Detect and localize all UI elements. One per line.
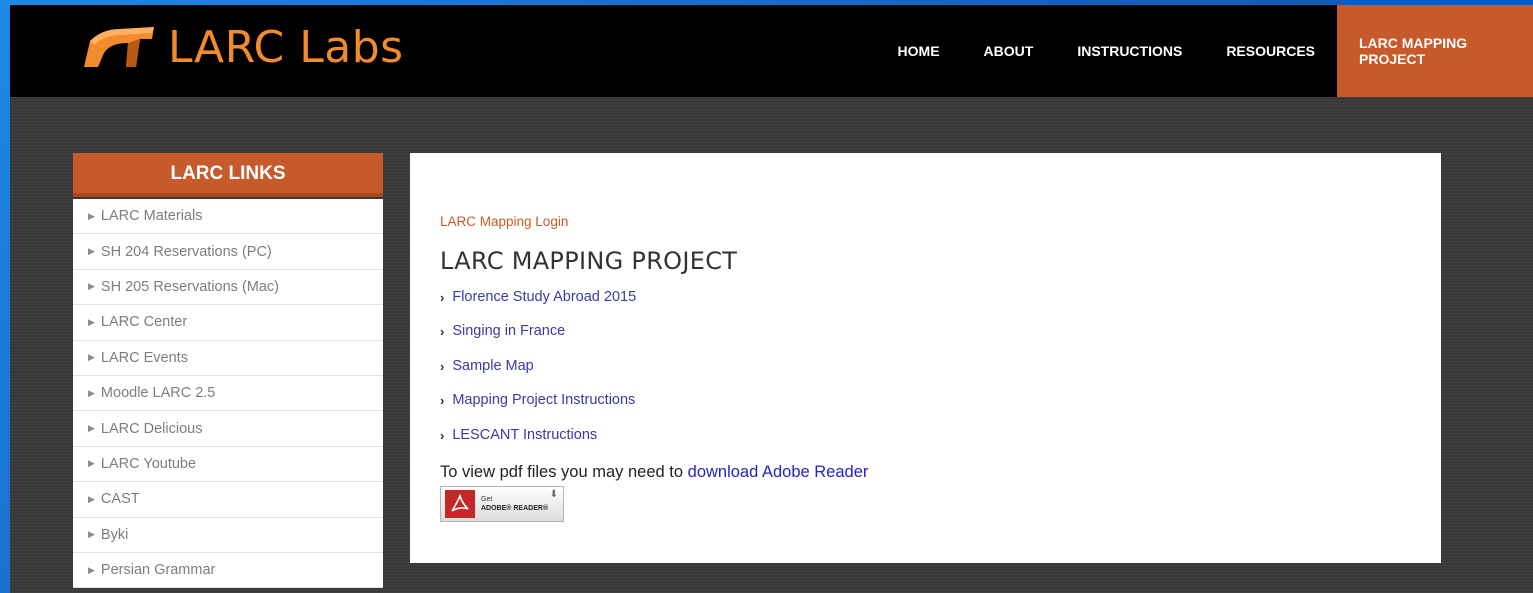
caret-right-icon: ▶	[88, 423, 95, 434]
sidebar-item-label: SH 205 Reservations (Mac)	[100, 278, 280, 295]
chevron-right-icon: ›	[440, 358, 445, 374]
project-link-singing-in-france[interactable]: Singing in France	[452, 323, 565, 339]
list-item: › Sample Map	[440, 358, 1441, 392]
nav-instructions[interactable]: INSTRUCTIONS	[1055, 5, 1204, 97]
sidebar-item-label: Persian Grammar	[100, 562, 216, 579]
chevron-right-icon: ›	[440, 427, 445, 443]
sidebar-item-label: LARC Events	[100, 349, 188, 366]
nav-resources[interactable]: RESOURCES	[1204, 5, 1337, 97]
caret-right-icon: ▶	[88, 352, 95, 363]
get-adobe-reader-button[interactable]: Get ADOBE® READER® ⬇	[440, 485, 564, 522]
sidebar-item-label: Byki	[100, 526, 129, 543]
project-list: › Florence Study Abroad 2015 › Singing in …	[440, 289, 1441, 461]
mapping-login-link[interactable]: LARC Mapping Login	[440, 214, 568, 229]
badge-get-label: Get	[481, 495, 493, 503]
list-item: › Florence Study Abroad 2015	[440, 289, 1441, 323]
adobe-pdf-icon	[445, 489, 475, 518]
project-link-mapping-instructions[interactable]: Mapping Project Instructions	[452, 392, 635, 408]
chevron-right-icon: ›	[440, 324, 445, 340]
sidebar-item-larc-materials[interactable]: ▶ LARC Materials	[73, 199, 383, 235]
badge-text: Get ADOBE® READER®	[481, 495, 548, 513]
sidebar-item-label: Moodle LARC 2.5	[100, 385, 216, 402]
site-header: LARC Labs HOME ABOUT INSTRUCTIONS RESOUR…	[10, 5, 1533, 97]
caret-right-icon: ▶	[88, 458, 95, 469]
caret-right-icon: ▶	[88, 529, 95, 540]
download-arrow-icon: ⬇	[549, 488, 558, 500]
chevron-right-icon: ›	[440, 290, 445, 305]
logo[interactable]: LARC Labs	[80, 19, 404, 75]
sidebar-item-larc-youtube[interactable]: ▶ LARC Youtube	[73, 447, 383, 483]
project-link-sample-map[interactable]: Sample Map	[452, 358, 533, 374]
project-link-florence[interactable]: Florence Study Abroad 2015	[452, 289, 636, 305]
caret-right-icon: ▶	[88, 246, 95, 257]
badge-product-label: ADOBE® READER®	[481, 504, 549, 512]
sidebar-title: LARC LINKS	[73, 153, 383, 197]
caret-right-icon: ▶	[88, 316, 95, 327]
sidebar-item-cast[interactable]: ▶ CAST	[73, 482, 383, 518]
caret-right-icon: ▶	[88, 564, 95, 575]
sidebar-item-sh204-reservations[interactable]: ▶ SH 204 Reservations (PC)	[73, 234, 383, 270]
sidebar-item-larc-delicious[interactable]: ▶ LARC Delicious	[73, 411, 383, 447]
download-adobe-reader-link[interactable]: download Adobe Reader	[688, 463, 869, 481]
logo-text: LARC Labs	[168, 21, 404, 73]
list-item: › LESCANT Instructions	[440, 427, 1441, 461]
caret-right-icon: ▶	[88, 493, 95, 504]
sidebar-item-byki[interactable]: ▶ Byki	[73, 518, 383, 553]
main-content: LARC Mapping Login LARC MAPPING PROJECT …	[410, 153, 1441, 563]
page-title: LARC MAPPING PROJECT	[440, 247, 738, 275]
sidebar-item-moodle[interactable]: ▶ Moodle LARC 2.5	[73, 376, 383, 412]
pdf-note-text: To view pdf files you may need to	[440, 462, 688, 481]
sidebar-item-label: LARC Youtube	[100, 455, 197, 472]
nav-larc-mapping-project[interactable]: LARC MAPPING PROJECT	[1337, 5, 1533, 97]
sidebar-item-larc-events[interactable]: ▶ LARC Events	[73, 341, 383, 376]
sidebar-item-label: SH 204 Reservations (PC)	[100, 243, 272, 260]
list-item: › Mapping Project Instructions	[440, 392, 1441, 426]
caret-right-icon: ▶	[88, 210, 95, 221]
sidebar: LARC LINKS ▶ LARC Materials ▶ SH 204 Reser…	[73, 153, 383, 589]
sidebar-item-label: LARC Center	[100, 314, 188, 331]
nav-about[interactable]: ABOUT	[962, 5, 1056, 97]
caret-right-icon: ▶	[88, 387, 95, 398]
sidebar-item-sh205-reservations[interactable]: ▶ SH 205 Reservations (Mac)	[73, 270, 383, 306]
sidebar-list: ▶ LARC Materials ▶ SH 204 Reservations (PC…	[73, 199, 383, 589]
sidebar-item-label: CAST	[100, 491, 140, 508]
nav-home[interactable]: HOME	[876, 5, 962, 97]
caret-right-icon: ▶	[88, 281, 95, 292]
sidebar-item-persian-grammar[interactable]: ▶ Persian Grammar	[73, 553, 383, 589]
website: LARC Labs HOME ABOUT INSTRUCTIONS RESOUR…	[10, 5, 1533, 593]
sidebar-item-label: LARC Materials	[100, 208, 203, 225]
pdf-note: To view pdf files you may need to downlo…	[440, 463, 1441, 482]
sidebar-item-larc-center[interactable]: ▶ LARC Center	[73, 305, 383, 341]
project-link-lescant-instructions[interactable]: LESCANT Instructions	[452, 427, 597, 443]
chevron-right-icon: ›	[440, 393, 445, 409]
sidebar-item-label: LARC Delicious	[100, 420, 203, 437]
list-item: › Singing in France	[440, 323, 1441, 357]
main-nav: HOME ABOUT INSTRUCTIONS RESOURCES LARC M…	[876, 5, 1533, 97]
arch-logo-icon	[84, 27, 154, 67]
